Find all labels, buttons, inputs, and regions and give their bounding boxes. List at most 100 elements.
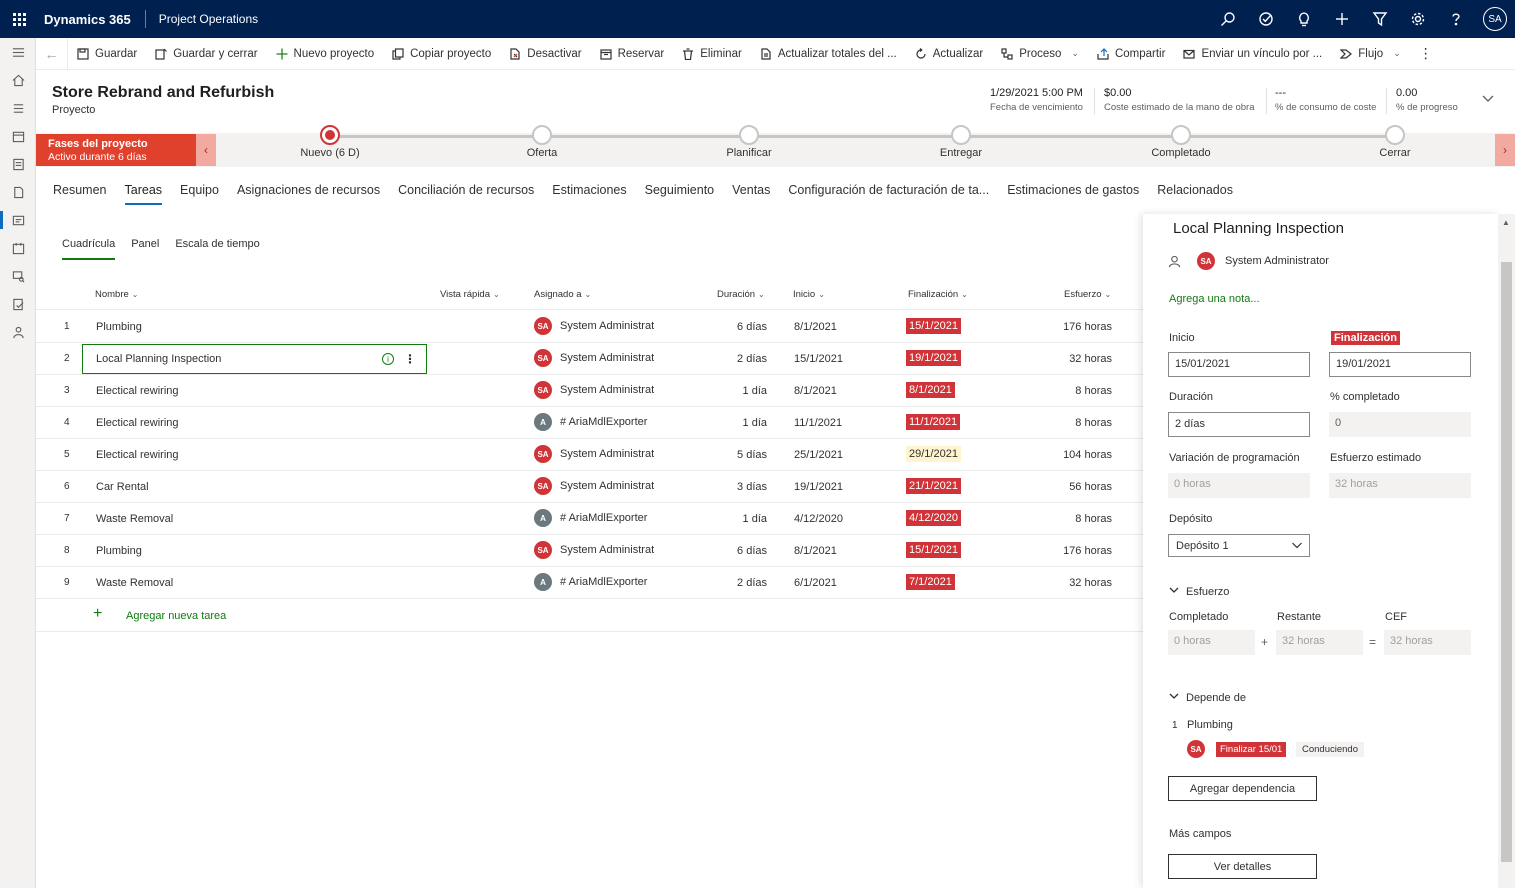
help-icon[interactable] [1437,0,1475,38]
home-icon[interactable] [0,66,36,94]
copy-project-button[interactable]: Copiar proyecto [383,38,500,70]
more-commands-icon[interactable]: ⋮ [1410,38,1442,70]
flow-button[interactable]: Flujo ⌄ [1331,38,1409,70]
update-totals-button[interactable]: Actualizar totales del ... [751,38,906,70]
effort-cell[interactable]: 56 horas [1069,481,1112,493]
effort-cell[interactable]: 176 horas [1063,545,1112,557]
end-cell[interactable]: 8/1/2021 [906,382,955,398]
bpf-stage-plan[interactable]: Planificar [689,125,809,159]
bucket-select[interactable]: Depósito 1 [1168,534,1310,557]
info-icon[interactable]: i [382,353,394,365]
task-name[interactable]: Local Planning Inspection [96,353,221,365]
end-cell[interactable]: 21/1/2021 [906,478,961,494]
table-row[interactable]: 2 i ⋮ Local Planning Inspection SA System Adm… [36,343,1143,375]
tab-expense-estimates[interactable]: Estimaciones de gastos [998,173,1148,207]
resource-search-icon[interactable] [0,262,36,290]
save-close-button[interactable]: Guardar y cerrar [146,38,266,70]
task-name[interactable]: Car Rental [96,481,149,493]
effort-section-toggle[interactable]: Esfuerzo [1169,585,1229,598]
duration-cell[interactable]: 1 día [743,417,767,429]
effort-cell[interactable]: 32 horas [1069,577,1112,589]
start-date-input[interactable]: 15/01/2021 [1168,352,1310,377]
tab-grid[interactable]: Cuadrícula [62,236,116,260]
duration-cell[interactable]: 6 días [737,321,767,333]
app-name[interactable]: Project Operations [146,12,258,26]
calendar-icon[interactable] [0,122,36,150]
tab-billing-setup[interactable]: Configuración de facturación de ta... [779,173,998,207]
start-cell[interactable]: 25/1/2021 [794,449,843,461]
start-cell[interactable]: 8/1/2021 [794,321,837,333]
task-name[interactable]: Waste Removal [96,513,173,525]
effort-cell[interactable]: 8 horas [1075,417,1112,429]
start-cell[interactable]: 4/12/2020 [794,513,843,525]
assigned-to-cell[interactable]: SA System Administrator [534,381,654,399]
chevron-down-icon[interactable]: ⌄ [1071,48,1079,59]
more-options-icon[interactable]: ⋮ [404,352,416,366]
approvals-icon[interactable] [0,290,36,318]
assigned-to-cell[interactable]: A # AriaMdlExporter [534,573,654,591]
refresh-button[interactable]: Actualizar [906,38,993,70]
active-phase-flyout[interactable]: Fases del proyecto Activo durante 6 días [36,134,196,166]
assigned-to-cell[interactable]: SA System Administrator [534,349,654,367]
bpf-next-chevron-icon[interactable]: › [1495,134,1515,166]
table-row[interactable]: 4 Electical rewiring A # AriaMdlExporter 1 d… [36,407,1143,439]
effort-cell[interactable]: 176 horas [1063,321,1112,333]
add-task-row[interactable]: + Agregar nueva tarea [36,600,1143,632]
table-row[interactable]: 6 Car Rental SA System Administrator 3 días 1… [36,471,1143,503]
filter-icon[interactable] [1361,0,1399,38]
menu-icon[interactable] [0,38,36,66]
tab-tasks[interactable]: Tareas [116,173,172,207]
column-header-name[interactable]: Nombre ⌄ [95,289,139,300]
task-name[interactable]: Electical rewiring [96,385,179,397]
task-name[interactable]: Electical rewiring [96,417,179,429]
end-cell[interactable]: 19/1/2021 [906,350,961,366]
chevron-down-icon[interactable]: ⌄ [1393,48,1401,59]
table-row[interactable]: 8 Plumbing SA System Administrator 6 días 8/1… [36,535,1143,567]
duration-cell[interactable]: 3 días [737,481,767,493]
user-avatar[interactable]: SA [1483,7,1507,31]
save-button[interactable]: Guardar [68,38,146,70]
depends-on-section-toggle[interactable]: Depende de [1169,691,1246,704]
end-cell[interactable]: 11/1/2021 [906,414,961,430]
scroll-up-arrow-icon[interactable]: ▲ [1502,218,1510,227]
duration-cell[interactable]: 1 día [743,385,767,397]
gear-icon[interactable] [1399,0,1437,38]
column-header-quick-view[interactable]: Vista rápida ⌄ [440,289,500,300]
duration-cell[interactable]: 6 días [737,545,767,557]
bpf-stage-quote[interactable]: Oferta [482,125,602,159]
assigned-to-cell[interactable]: SA System Administrator [534,445,654,463]
schedule-icon[interactable] [0,234,36,262]
assigned-to-cell[interactable]: A # AriaMdlExporter [534,413,654,431]
tab-summary[interactable]: Resumen [44,173,116,207]
end-cell[interactable]: 4/12/2020 [906,510,961,526]
add-task-link[interactable]: Agregar nueva tarea [126,610,226,622]
bpf-stage-deliver[interactable]: Entregar [901,125,1021,159]
tab-timeline[interactable]: Escala de tiempo [175,236,259,260]
column-header-start[interactable]: Inicio ⌄ [793,289,825,300]
people-icon[interactable] [0,318,36,346]
add-dependency-button[interactable]: Agregar dependencia [1168,776,1317,801]
end-cell[interactable]: 15/1/2021 [906,318,961,334]
dependency-name[interactable]: Plumbing [1187,719,1233,731]
duration-cell[interactable]: 2 días [737,577,767,589]
scrollbar-thumb[interactable] [1501,262,1512,862]
tab-related[interactable]: Relacionados [1148,173,1242,207]
email-link-button[interactable]: Enviar un vínculo por ... [1174,38,1331,70]
task-name[interactable]: Plumbing [96,545,142,557]
process-button[interactable]: Proceso ⌄ [992,38,1088,70]
tab-sales[interactable]: Ventas [723,173,779,207]
share-button[interactable]: Compartir [1088,38,1174,70]
add-note-link[interactable]: Agrega una nota... [1169,293,1260,305]
report-icon[interactable] [0,150,36,178]
table-row[interactable]: 5 Electical rewiring SA System Administrato… [36,439,1143,471]
task-name[interactable]: Electical rewiring [96,449,179,461]
assigned-to-cell[interactable]: SA System Administrator [534,477,654,495]
app-launcher-icon[interactable] [0,0,38,38]
delete-button[interactable]: Eliminar [673,38,751,70]
assigned-to-cell[interactable]: A # AriaMdlExporter [534,509,654,527]
brand-name[interactable]: Dynamics 365 [38,12,145,27]
duration-cell[interactable]: 2 días [737,353,767,365]
end-cell[interactable]: 29/1/2021 [906,446,961,462]
task-name[interactable]: Plumbing [96,321,142,333]
start-cell[interactable]: 11/1/2021 [794,417,842,429]
